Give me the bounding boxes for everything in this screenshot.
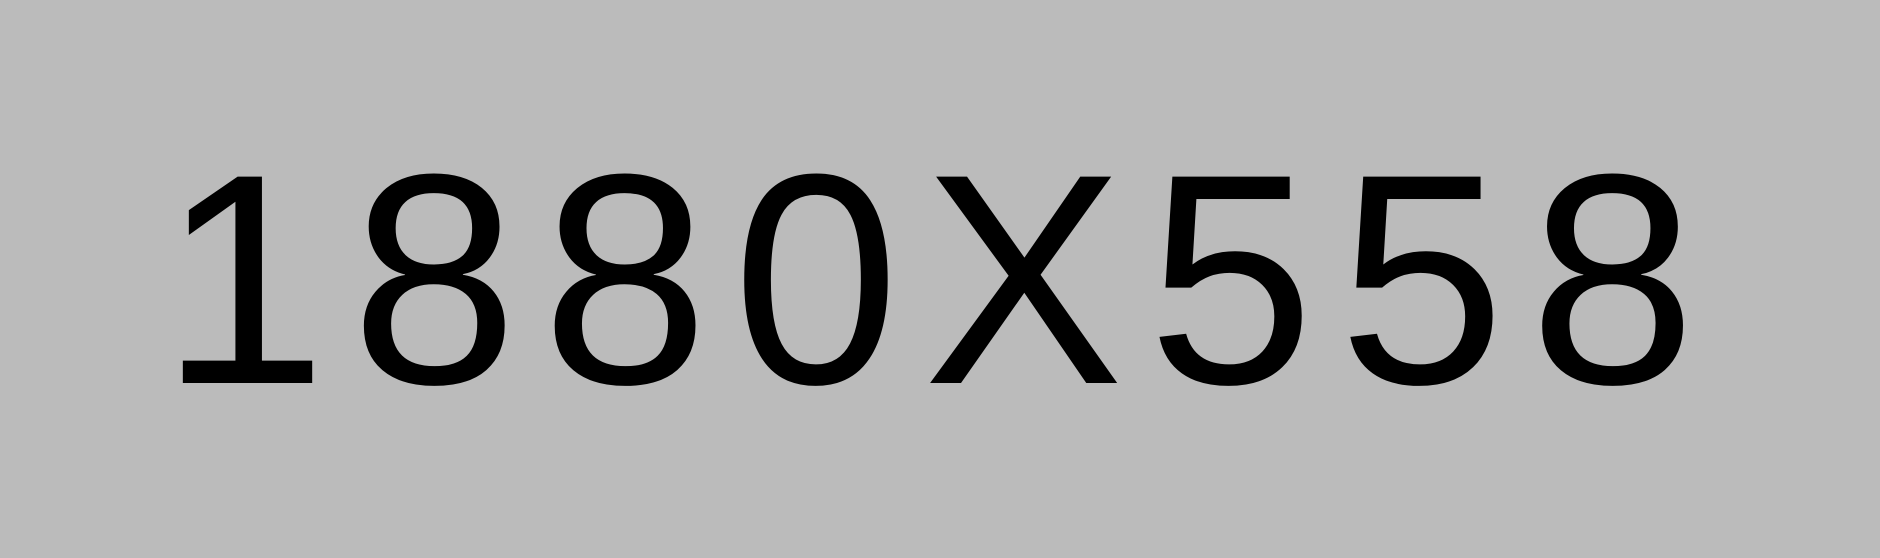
- placeholder-canvas: 1880X558: [0, 0, 1880, 558]
- dimension-label: 1880X558: [159, 111, 1721, 447]
